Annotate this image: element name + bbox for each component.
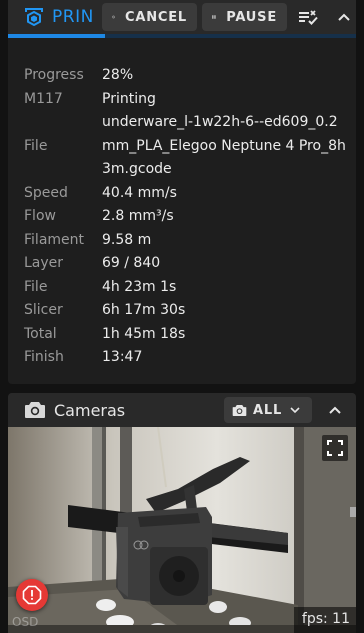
detail-label: Finish: [24, 349, 64, 365]
detail-row-layer: Layer 69 / 840: [24, 252, 356, 276]
cancel-button-label: CANCEL: [125, 9, 187, 25]
detail-value: 9.58 m: [102, 231, 152, 248]
status-title: PRINTING: [52, 7, 92, 27]
detail-label: File: [24, 278, 48, 295]
detail-label: Total: [24, 325, 57, 342]
chevron-up-icon: [329, 406, 341, 414]
cameras-title: Cameras: [54, 400, 126, 420]
fullscreen-button[interactable]: [322, 435, 348, 461]
camera-icon: [232, 404, 247, 416]
chevron-down-icon: [290, 407, 300, 414]
detail-value: 6h 17m 30s: [102, 302, 186, 318]
collapse-cameras-button[interactable]: [320, 395, 350, 425]
detail-row-filament: Filament 9.58 m: [24, 229, 356, 253]
printer-cube-icon: [25, 8, 43, 27]
detail-value: 13:47: [102, 349, 143, 365]
status-panel: PRINTING CANCEL PAUSE: [8, 0, 356, 384]
detail-label: Flow: [24, 208, 56, 224]
cancel-icon: [112, 15, 115, 19]
detail-value: 2.8 mm³/s: [102, 208, 174, 224]
collapse-status-button[interactable]: [329, 2, 356, 32]
detail-row-file-estimate: File 4h 23m 1s: [24, 276, 356, 300]
detail-row-file: File underware_l-1w22h-6--ed609_0.2mm_PL…: [24, 111, 356, 182]
fps-counter: fps: 11: [293, 607, 356, 633]
camera-feed-image: [8, 427, 356, 633]
camera-filter-label: ALL: [253, 402, 283, 418]
camera-stream[interactable]: OSD fps: 11: [8, 427, 356, 633]
detail-label: Speed: [24, 184, 68, 201]
detail-row-total: Total 1h 45m 18s: [24, 323, 356, 347]
cancel-button[interactable]: CANCEL: [102, 3, 197, 31]
detail-value: 40.4 mm/s: [102, 184, 177, 201]
detail-label: Slicer: [24, 302, 63, 318]
detail-value: 4h 23m 1s: [102, 278, 177, 295]
detail-label: Filament: [24, 231, 85, 248]
detail-row-slicer: Slicer 6h 17m 30s: [24, 299, 356, 323]
queue-button[interactable]: [293, 2, 323, 32]
progress-bar: [8, 34, 356, 38]
cameras-panel: Cameras ALL OSD fps: 11: [8, 393, 356, 633]
detail-label: Layer: [24, 255, 64, 271]
pause-button-label: PAUSE: [226, 9, 277, 25]
detail-value: Printing: [102, 90, 156, 107]
fullscreen-icon: [327, 440, 343, 456]
detail-row-flow: Flow 2.8 mm³/s: [24, 205, 356, 229]
camera-filter-dropdown[interactable]: ALL: [224, 397, 312, 423]
pause-button[interactable]: PAUSE: [202, 3, 287, 31]
detail-row-m117: M117 Printing: [24, 88, 356, 112]
emergency-stop-button[interactable]: [16, 579, 48, 611]
detail-value: 28%: [102, 67, 134, 83]
detail-row-progress: Progress 28%: [24, 64, 356, 88]
status-panel-header: PRINTING CANCEL PAUSE: [8, 0, 356, 38]
pause-icon: [212, 15, 216, 19]
camera-osd-text: OSD: [12, 615, 39, 629]
cameras-panel-header: Cameras ALL: [8, 393, 356, 427]
camera-icon: [25, 402, 45, 418]
playlist-check-icon: [299, 10, 318, 25]
emergency-stop-icon: [22, 585, 42, 605]
detail-value: underware_l-1w22h-6--ed609_0.2mm_PLA_Ele…: [102, 114, 346, 177]
progress-bar-fill: [8, 34, 106, 38]
detail-label: Progress: [24, 67, 84, 83]
detail-value: 69 / 840: [102, 255, 161, 271]
detail-row-speed: Speed 40.4 mm/s: [24, 182, 356, 206]
chevron-up-icon: [338, 13, 350, 21]
detail-row-finish: Finish 13:47: [24, 346, 356, 370]
detail-value: 1h 45m 18s: [102, 325, 186, 342]
detail-label: File: [24, 137, 48, 154]
status-details: Progress 28% M117 Printing File underwar…: [8, 38, 356, 370]
detail-label: M117: [24, 90, 63, 107]
